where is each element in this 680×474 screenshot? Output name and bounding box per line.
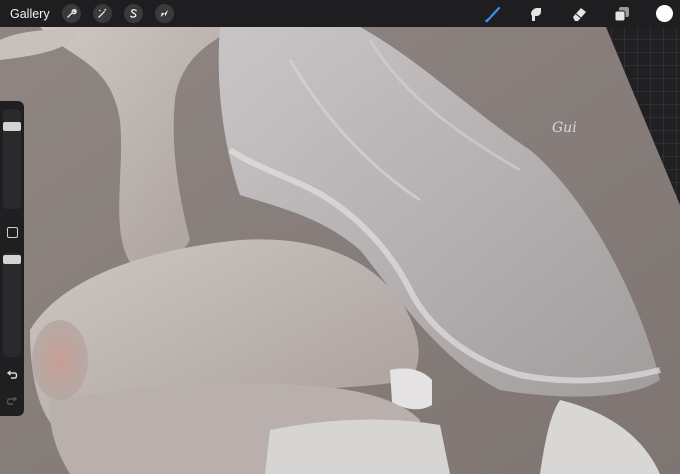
redo-button[interactable] bbox=[5, 395, 19, 409]
adjustments-button[interactable] bbox=[92, 4, 112, 23]
opacity-thumb[interactable] bbox=[3, 255, 21, 264]
wrench-icon bbox=[66, 9, 77, 18]
brush-size-slider[interactable] bbox=[3, 109, 21, 209]
redo-icon bbox=[6, 396, 18, 405]
brush-tool[interactable] bbox=[484, 5, 502, 23]
opacity-slider[interactable] bbox=[3, 253, 21, 357]
selection-s-icon bbox=[129, 9, 137, 18]
brush-size-thumb[interactable] bbox=[3, 122, 21, 131]
drawing-canvas[interactable]: Gui bbox=[0, 0, 680, 474]
actions-button[interactable] bbox=[61, 4, 81, 23]
eraser-icon bbox=[573, 7, 586, 21]
layers-icon bbox=[614, 6, 629, 21]
smudge-icon bbox=[531, 7, 541, 21]
magic-wand-icon bbox=[97, 8, 106, 18]
left-sidebar bbox=[0, 101, 24, 416]
right-toolbar bbox=[484, 0, 680, 27]
modify-button[interactable] bbox=[7, 227, 18, 238]
brush-icon bbox=[485, 6, 501, 22]
top-toolbar: Gallery bbox=[0, 0, 680, 27]
smudge-tool[interactable] bbox=[527, 5, 545, 23]
transform-arrow-icon bbox=[160, 9, 168, 18]
color-picker[interactable] bbox=[656, 5, 673, 22]
gallery-button[interactable]: Gallery bbox=[10, 7, 50, 21]
lower-stocking bbox=[265, 419, 450, 474]
layers-tool[interactable] bbox=[613, 5, 631, 23]
eraser-tool[interactable] bbox=[570, 5, 588, 23]
selection-button[interactable] bbox=[123, 4, 143, 23]
transform-button[interactable] bbox=[154, 4, 174, 23]
undo-button[interactable] bbox=[5, 369, 19, 383]
knee-highlight bbox=[32, 320, 88, 400]
signature: Gui bbox=[552, 120, 577, 136]
undo-icon bbox=[6, 370, 18, 379]
